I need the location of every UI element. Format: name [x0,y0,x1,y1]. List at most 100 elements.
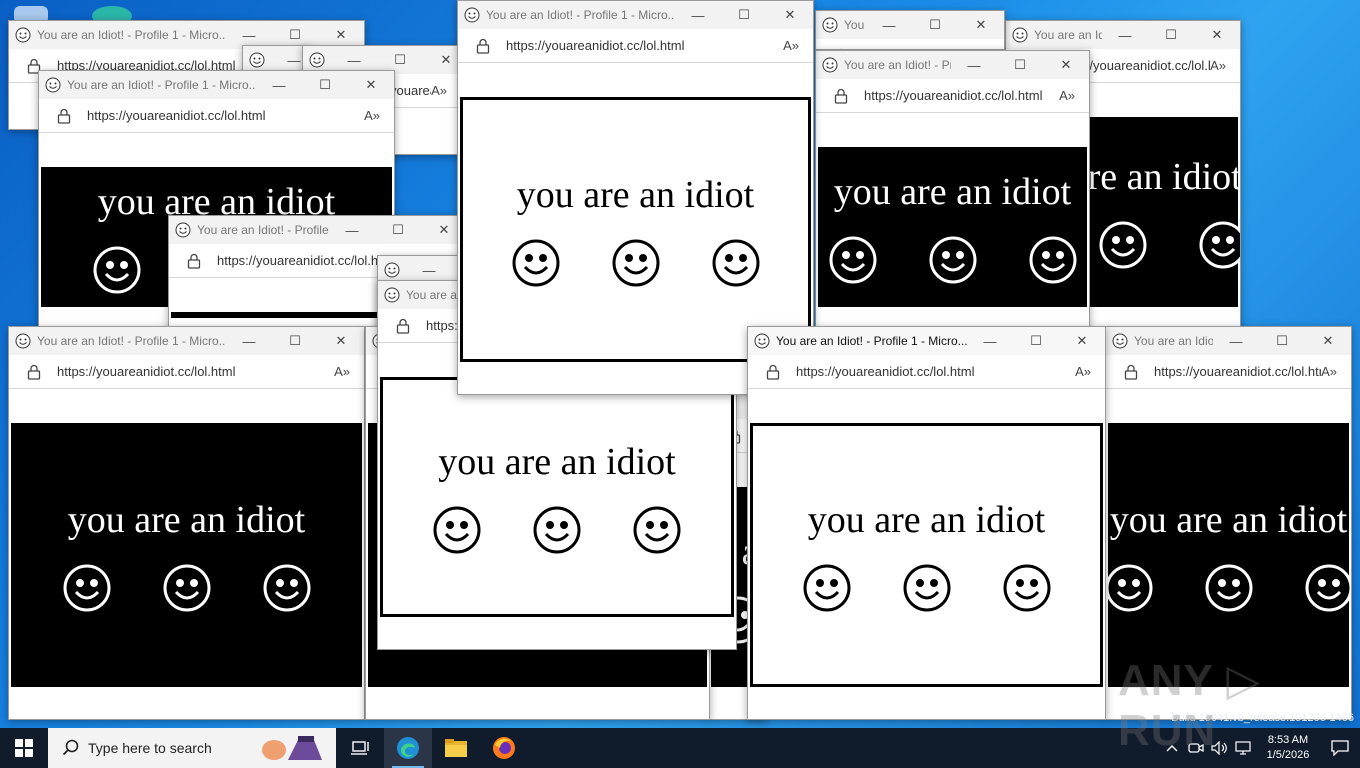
window-titlebar[interactable]: You are an Idiot! - Profile 1 - Micro...… [816,11,1004,39]
lock-icon [187,253,201,269]
smiley-row [433,506,681,554]
anyrun-watermark: ANY ▷ RUN [1118,656,1262,755]
minimize-button[interactable]: — [951,51,997,79]
window-title: You are an Idiot! - Profile 1 - Micro... [844,18,866,32]
url-text[interactable]: https://youareanidiot.cc/lol.html [864,88,1059,103]
browser-popup-window[interactable]: You are an Idiot! - Profile 1 - Micro...… [815,50,1090,340]
maximize-button[interactable]: ☐ [375,216,421,244]
read-aloud-button[interactable]: A» [1075,364,1091,379]
maximize-button[interactable]: ☐ [302,71,348,99]
url-text[interactable]: https://youareanidiot.cc/lol.html [57,364,334,379]
lock-icon [1124,364,1138,380]
address-bar[interactable]: https://youareanidiot.cc/lol.html A» [748,355,1105,389]
address-bar[interactable]: https://youareanidiot.cc/lol.html A» [816,39,1004,49]
idiot-message-panel: you are an idiot [11,423,362,687]
minimize-button[interactable]: — [866,11,912,39]
lock-icon [396,318,410,334]
smiley-icon [533,506,581,554]
taskbar-file-explorer-button[interactable] [432,728,480,768]
url-text[interactable]: https://youareanidiot.cc/lol.html [796,364,1075,379]
url-text[interactable]: https://youareanidiot.cc/lol.html [1154,364,1321,379]
smiley-icon [1305,564,1351,612]
smiley-icon [1205,564,1252,612]
smiley-row [512,239,760,287]
taskbar-search-box[interactable]: Type here to search [48,728,336,768]
window-titlebar[interactable]: You are an Idiot! - Profile 1 - Micro...… [169,216,467,244]
minimize-button[interactable]: — [1102,21,1148,49]
smiley-icon [822,17,838,33]
browser-popup-window[interactable]: You are an Idiot! - Profile 1 - Micro...… [8,326,365,720]
smiley-icon [93,246,140,294]
close-button[interactable]: ✕ [1305,327,1351,355]
minimize-button[interactable]: — [226,327,272,355]
minimize-button[interactable]: — [256,71,302,99]
window-controls: — ☐ ✕ [967,327,1105,355]
smiley-icon [384,262,400,278]
close-button[interactable]: ✕ [318,327,364,355]
start-button[interactable] [0,728,48,768]
minimize-button[interactable]: — [675,1,721,29]
close-button[interactable]: ✕ [348,71,394,99]
maximize-button[interactable]: ☐ [1013,327,1059,355]
smiley-icon [309,52,325,68]
lock-icon [57,108,71,124]
address-bar[interactable]: https://youareanidiot.cc/lol.html A» [39,99,394,133]
read-aloud-button[interactable]: A» [1321,364,1337,379]
maximize-button[interactable]: ☐ [912,11,958,39]
window-title: You are an Idiot! - Profile 1 - Micro... [776,334,967,348]
read-aloud-button[interactable]: A» [431,83,447,98]
firefox-icon [493,737,515,759]
url-text[interactable]: https://youareanidiot.cc/lol.html [87,108,364,123]
lock-icon [766,364,780,380]
smiley-icon [63,564,110,612]
smiley-icon [15,27,31,43]
close-button[interactable]: ✕ [767,1,813,29]
window-titlebar[interactable]: You are an Idiot! - Profile 1 - Micro...… [1106,327,1351,355]
smiley-icon [263,564,310,612]
window-titlebar[interactable]: You are an Idiot! - Profile 1 - Micro...… [458,1,813,29]
window-controls: — ☐ ✕ [256,71,394,99]
smiley-icon [903,564,950,612]
window-titlebar[interactable]: You are an Idiot! - Profile 1 - Micro...… [816,51,1089,79]
smiley-icon [433,506,481,554]
idiot-message-panel: you are an idiot [380,377,734,617]
maximize-button[interactable]: ☐ [997,51,1043,79]
browser-popup-window[interactable]: You are an Idiot! - Profile 1 - Micro...… [815,10,1005,50]
address-bar[interactable]: https://youareanidiot.cc/lol.html A» [9,355,364,389]
smiley-icon [163,564,210,612]
window-title: You are an Idiot! - Profile 1 - Micro... [37,28,226,42]
smiley-icon [1099,221,1147,269]
close-button[interactable]: ✕ [958,11,1004,39]
maximize-button[interactable]: ☐ [721,1,767,29]
url-text[interactable]: https://youareanidiot.cc/lol.html [506,38,783,53]
maximize-button[interactable]: ☐ [1259,327,1305,355]
minimize-button[interactable]: — [967,327,1013,355]
taskbar-firefox-button[interactable] [480,728,528,768]
read-aloud-button[interactable]: A» [334,364,350,379]
taskbar-edge-button[interactable] [384,728,432,768]
minimize-button[interactable]: — [329,216,375,244]
read-aloud-button[interactable]: A» [364,108,380,123]
close-button[interactable]: ✕ [1194,21,1240,49]
minimize-button[interactable]: — [1213,327,1259,355]
close-button[interactable]: ✕ [1059,327,1105,355]
address-bar[interactable]: https://youareanidiot.cc/lol.html A» [458,29,813,63]
window-titlebar[interactable]: You are an Idiot! - Profile 1 - Micro...… [9,327,364,355]
window-title: You are an Idiot! - Profile 1 - Micro... [844,58,951,72]
read-aloud-button[interactable]: A» [1210,58,1226,73]
maximize-button[interactable]: ☐ [1148,21,1194,49]
read-aloud-button[interactable]: A» [783,38,799,53]
address-bar[interactable]: https://youareanidiot.cc/lol.html A» [816,79,1089,113]
maximize-button[interactable]: ☐ [272,327,318,355]
address-bar[interactable]: https://youareanidiot.cc/lol.html A» [1106,355,1351,389]
window-title: You are an Idiot! - Profile 1 - Micro... [67,78,256,92]
task-view-button[interactable] [336,728,384,768]
window-titlebar[interactable]: You are an Idiot! - Profile 1 - Micro...… [748,327,1105,355]
window-titlebar[interactable]: You are an Idiot! - Profile 1 - Micro...… [39,71,394,99]
smiley-icon [712,239,759,286]
window-titlebar[interactable]: You are an Idiot! - Profile 1 - Micro...… [1006,21,1240,49]
browser-popup-window[interactable]: You are an Idiot! - Profile 1 - Micro...… [747,326,1106,720]
smiley-icon [45,77,61,93]
close-button[interactable]: ✕ [1043,51,1089,79]
read-aloud-button[interactable]: A» [1059,88,1075,103]
